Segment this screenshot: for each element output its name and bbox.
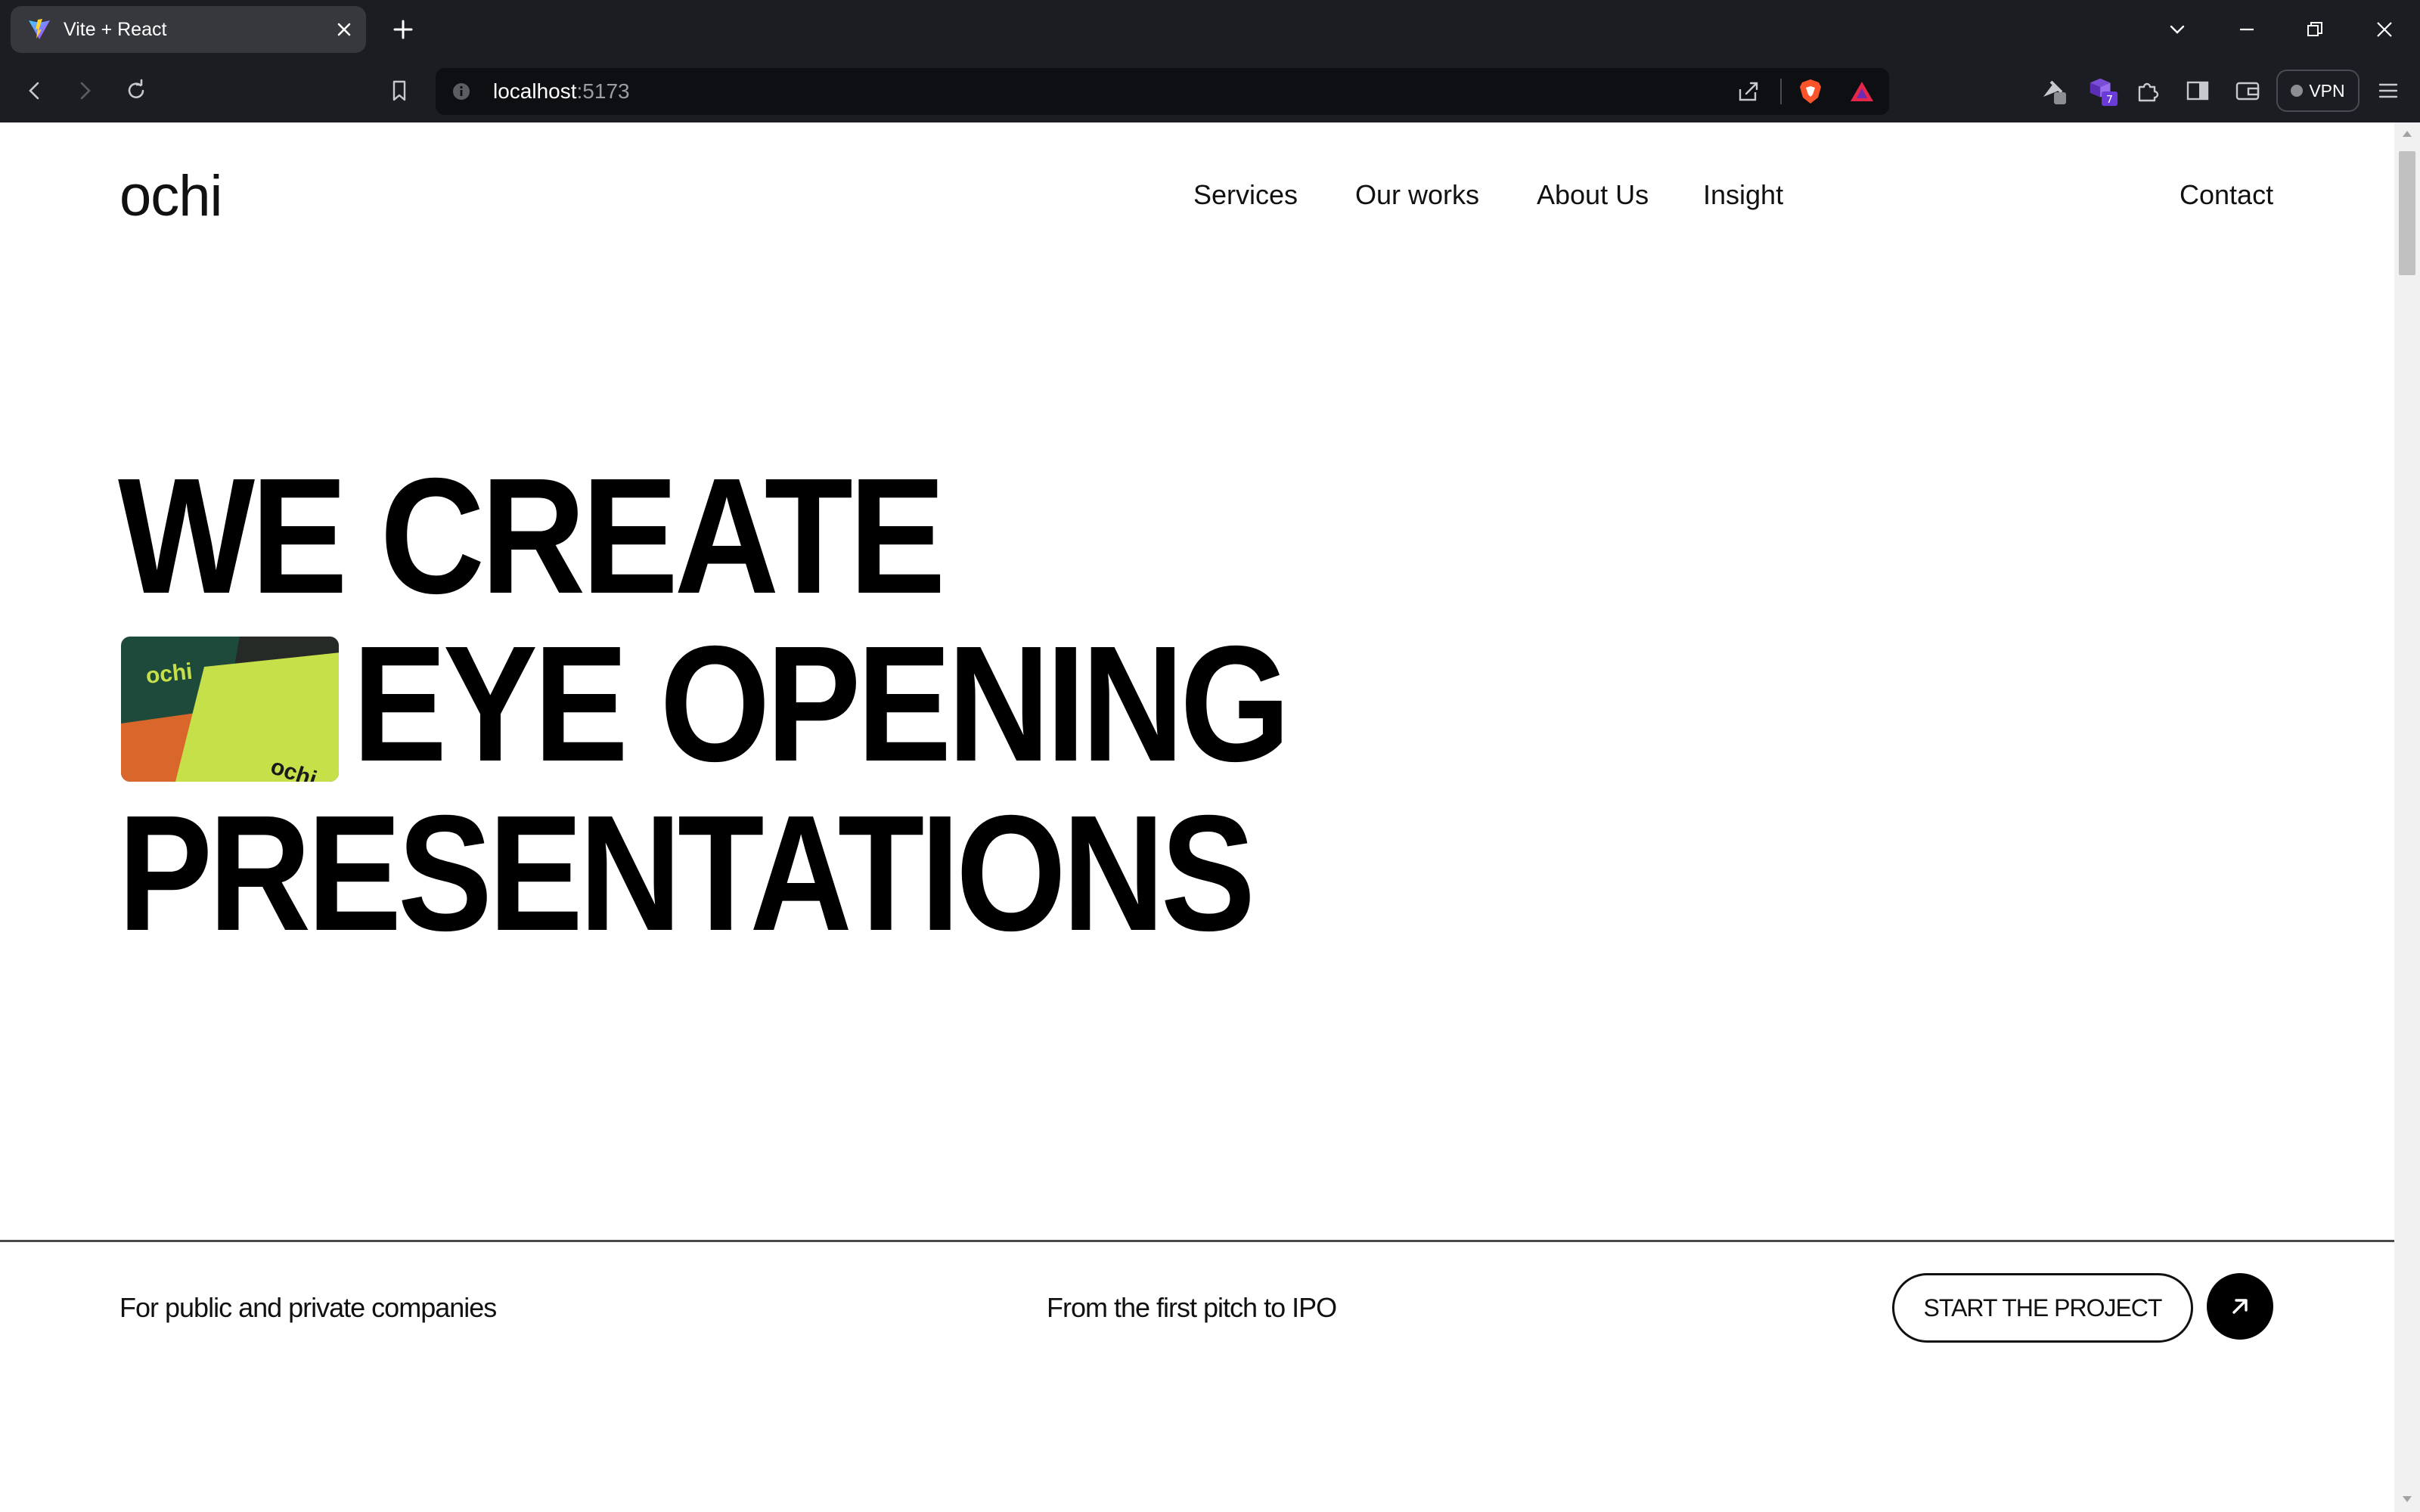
page-scrollbar[interactable] <box>2394 122 2420 1512</box>
hero-presentation-image: ochi ochi <box>121 637 339 782</box>
minimize-icon[interactable] <box>2226 9 2267 50</box>
nav-about-us[interactable]: About Us <box>1537 178 1649 212</box>
scroll-thumb[interactable] <box>2399 151 2415 275</box>
extension-badge-count: 7 <box>2106 94 2113 106</box>
hero-heading-line-1: WE CREATE <box>118 445 946 628</box>
toolbar-divider <box>1780 79 1782 104</box>
tab-search-chevron-icon[interactable] <box>2157 9 2198 50</box>
menu-icon[interactable] <box>2372 74 2405 107</box>
hero-heading-line-2: EYE OPENING <box>352 612 1290 796</box>
brave-rewards-icon[interactable] <box>1845 75 1879 108</box>
vite-logo-icon <box>29 19 50 39</box>
image-logo-top: ochi <box>144 659 194 689</box>
browser-tab[interactable]: Vite + React <box>11 6 366 53</box>
hero-heading-line-3: PRESENTATIONS <box>118 782 1255 965</box>
vpn-status-icon <box>2291 85 2304 97</box>
nav-contact[interactable]: Contact <box>2180 178 2273 212</box>
tagline-ipo: From the first pitch to IPO <box>1047 1292 1337 1323</box>
brave-shields-icon[interactable] <box>1794 75 1827 108</box>
nav-our-works[interactable]: Our works <box>1355 178 1479 212</box>
share-icon[interactable] <box>1732 75 1765 108</box>
tagline-companies: For public and private companies <box>119 1292 497 1323</box>
start-project-button[interactable]: START THE PROJECT <box>1892 1273 2193 1343</box>
nav-insight[interactable]: Insight <box>1703 178 1783 212</box>
extension-cube-icon[interactable]: 7 <box>2086 74 2119 107</box>
scroll-up-icon[interactable] <box>2401 129 2413 139</box>
forward-icon[interactable] <box>68 74 101 107</box>
vpn-button[interactable]: VPN <box>2276 70 2360 112</box>
new-tab-icon[interactable] <box>390 17 416 42</box>
tab-title: Vite + React <box>64 19 167 40</box>
url-text: localhost:5173 <box>493 79 630 103</box>
browser-tabstrip: Vite + React <box>0 0 2420 59</box>
scroll-down-icon[interactable] <box>2401 1494 2413 1504</box>
sidebar-toggle-icon[interactable] <box>2181 74 2214 107</box>
reload-icon[interactable] <box>119 74 153 107</box>
wallet-icon[interactable] <box>2231 74 2264 107</box>
vpn-label: VPN <box>2309 80 2345 101</box>
bookmark-icon[interactable] <box>383 74 416 107</box>
extension-pin-icon[interactable] <box>2036 74 2069 107</box>
arrow-up-right-icon <box>2232 1299 2248 1314</box>
extensions-puzzle-icon[interactable] <box>2131 74 2164 107</box>
nav-services[interactable]: Services <box>1193 178 1298 212</box>
web-page: ochi Services Our works About Us Insight… <box>0 122 2394 1512</box>
start-project-label: START THE PROJECT <box>1923 1294 2163 1321</box>
section-divider <box>0 1240 2394 1242</box>
restore-icon[interactable] <box>2294 9 2335 50</box>
address-bar[interactable]: localhost:5173 <box>436 68 1889 115</box>
site-info-icon[interactable] <box>451 81 472 102</box>
back-icon[interactable] <box>18 74 51 107</box>
site-logo[interactable]: ochi <box>119 166 222 227</box>
close-icon[interactable] <box>334 20 354 39</box>
browser-toolbar: localhost:5173 7 VPN <box>0 59 2420 122</box>
start-project-arrow-button[interactable] <box>2207 1273 2273 1340</box>
close-window-icon[interactable] <box>2364 9 2405 50</box>
